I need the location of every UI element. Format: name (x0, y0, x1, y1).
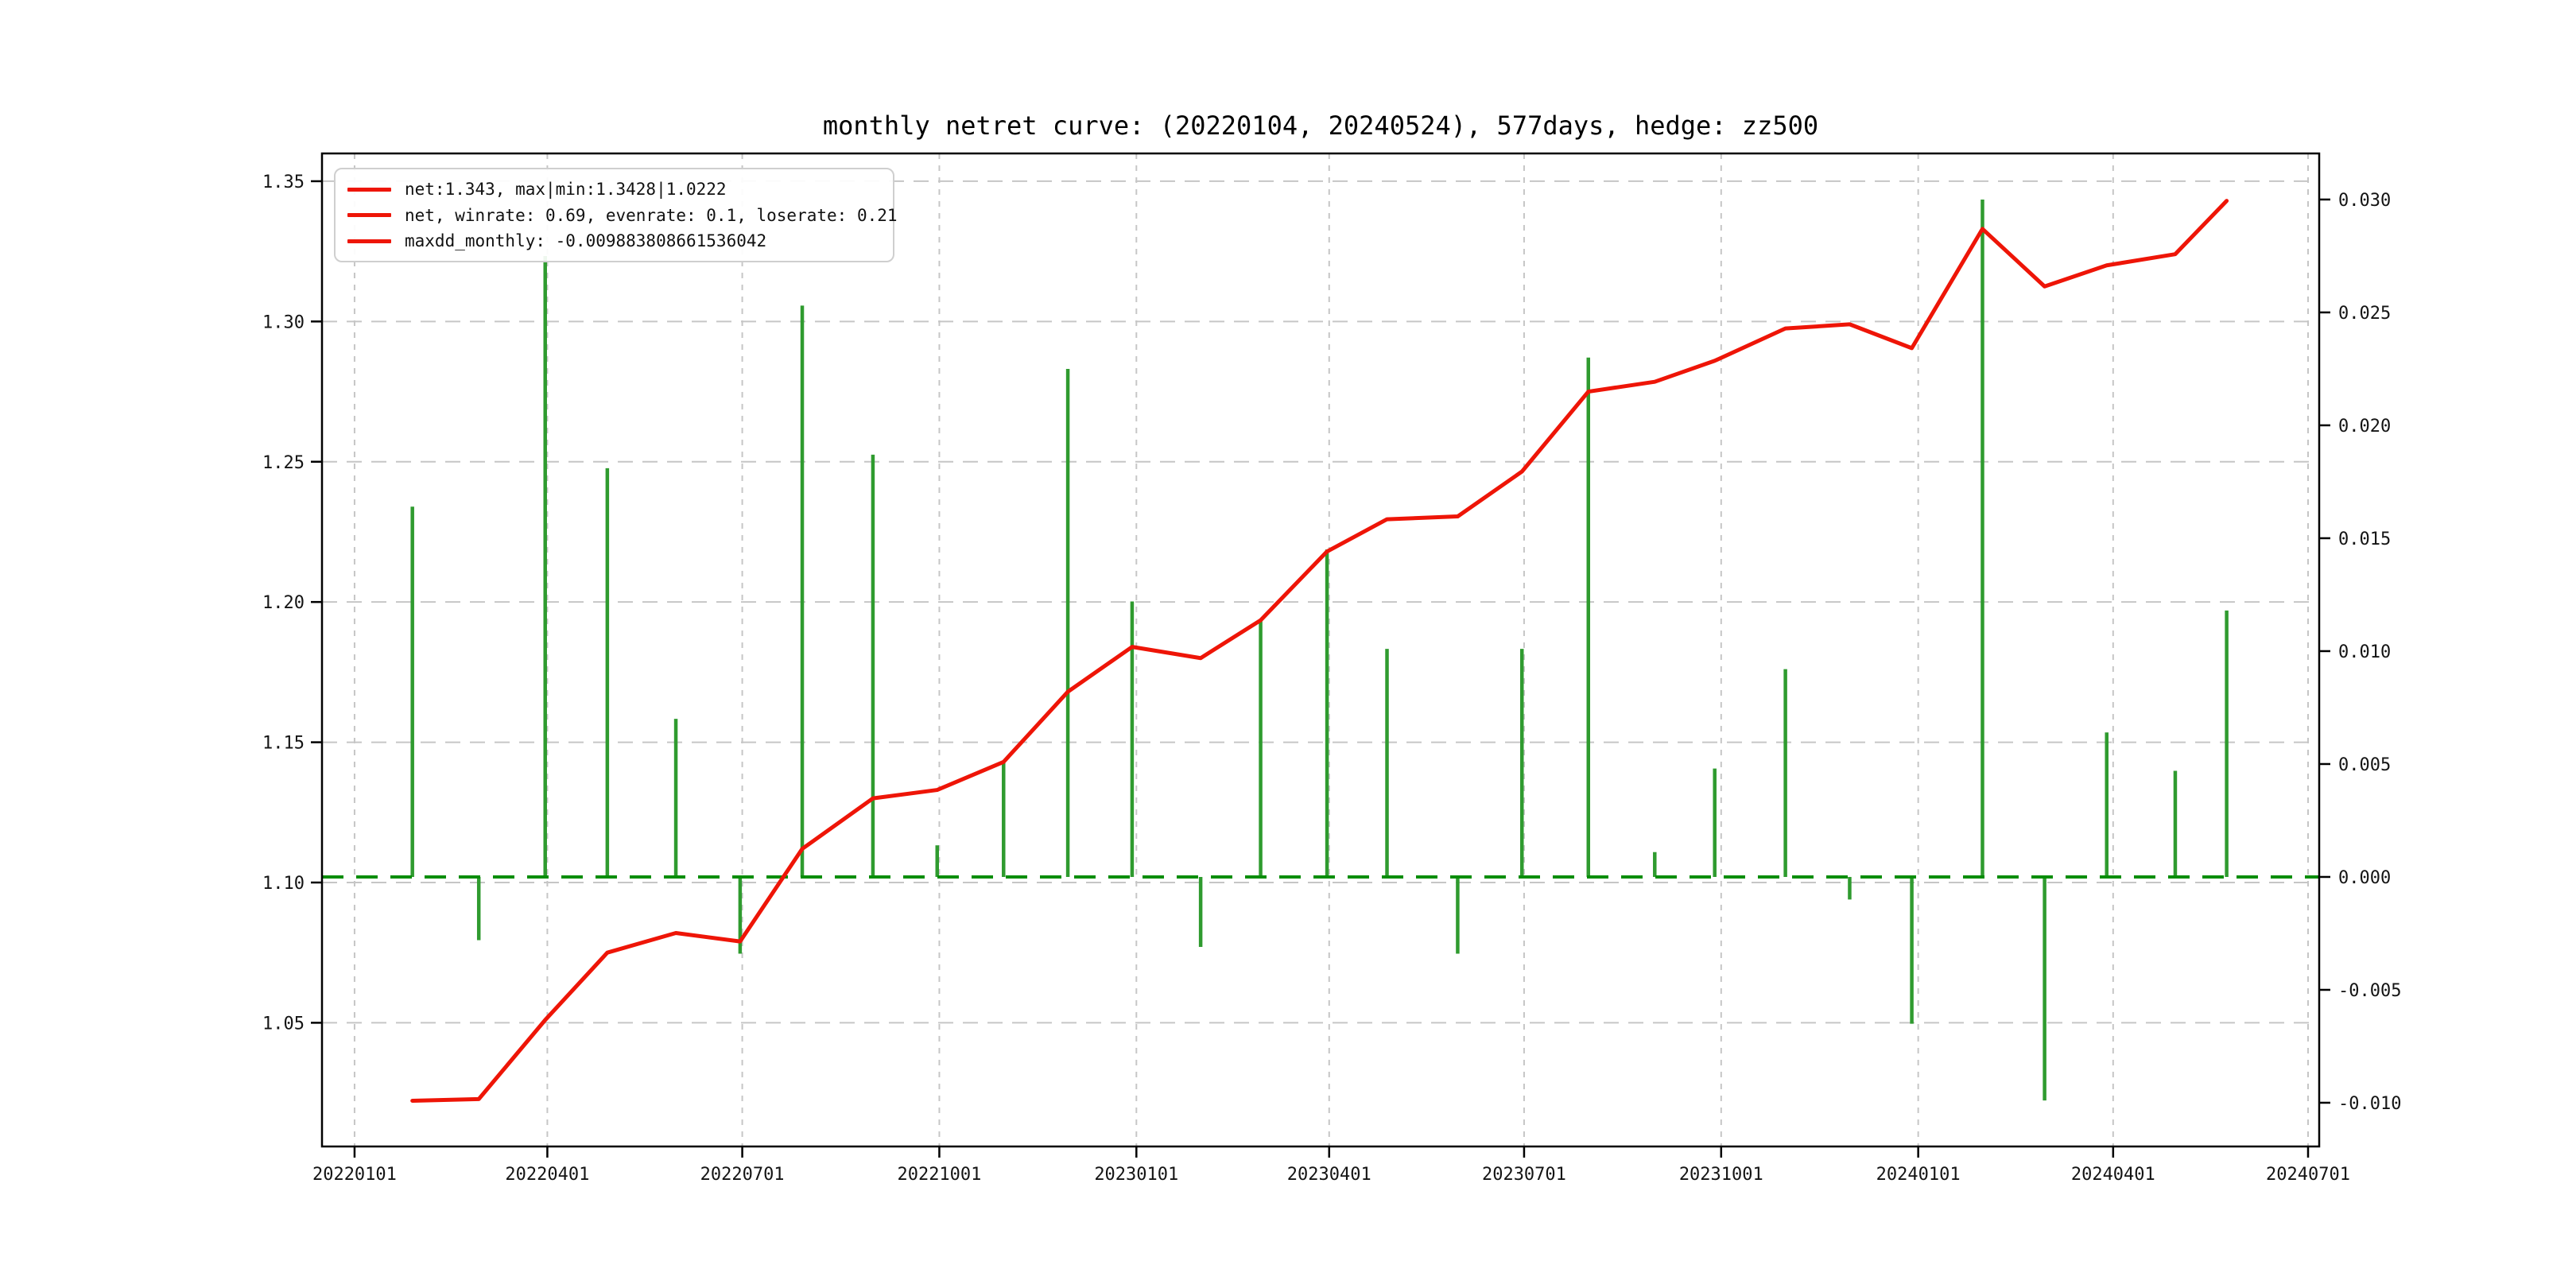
legend-line-swatch (347, 213, 391, 217)
tick-label: 1.15 (262, 734, 305, 754)
tick-label: 20220101 (312, 1165, 397, 1185)
tick-label: 1.30 (262, 312, 305, 332)
legend-item: net:1.343, max|min:1.3428|1.0222 (347, 177, 881, 202)
grid-vertical-lines (353, 153, 2309, 1146)
tick-label: 20220401 (505, 1165, 589, 1185)
tick-label: 20240701 (2266, 1165, 2350, 1185)
tick-label: 20221001 (897, 1165, 981, 1185)
legend-item: maxdd_monthly: -0.009883808661536042 (347, 228, 881, 254)
legend-item: net, winrate: 0.69, evenrate: 0.1, loser… (347, 203, 898, 228)
tick-label: 0.015 (2338, 530, 2391, 549)
legend-label: net, winrate: 0.69, evenrate: 0.1, loser… (405, 205, 898, 225)
tick-label: 1.25 (262, 453, 305, 473)
legend-line-swatch (347, 187, 391, 192)
tick-label: 1.35 (262, 173, 305, 192)
axis-spines (320, 152, 2321, 1148)
tick-label: 20220701 (700, 1165, 785, 1185)
tick-label: 20230401 (1287, 1165, 1371, 1185)
net-line (410, 199, 2229, 1103)
tick-label: 0.005 (2338, 755, 2391, 775)
tick-label: -0.010 (2338, 1094, 2401, 1114)
tick-label: 20240401 (2071, 1165, 2155, 1185)
tick-label: 0.000 (2338, 868, 2391, 888)
tick-label: 0.010 (2338, 642, 2391, 662)
tick-label: 0.025 (2338, 304, 2391, 324)
tick-label: 20230701 (1482, 1165, 1566, 1185)
net-curve (410, 199, 2229, 1103)
legend-label: net:1.343, max|min:1.3428|1.0222 (405, 180, 727, 199)
figure-canvas: monthly netret curve: (20220104, 2024052… (0, 0, 2576, 1288)
tick-label: 0.020 (2338, 417, 2391, 436)
tick-label: 20231001 (1679, 1165, 1763, 1185)
plot-border (320, 152, 2321, 1148)
tick-label: 1.10 (262, 874, 305, 894)
tick-label: 1.20 (262, 593, 305, 613)
tick-label: 0.030 (2338, 191, 2391, 211)
tick-label: 20230101 (1094, 1165, 1178, 1185)
left-axis-ticks: 1.05 1.10 1.15 1.20 1.25 1.30 1.35 (262, 173, 322, 1034)
x-axis-ticks: 20220101 20220401 20220701 20221001 20230101… (312, 1146, 2350, 1185)
legend-label: maxdd_monthly: -0.009883808661536042 (405, 231, 767, 250)
right-axis-ticks: -0.010 -0.005 0.000 0.005 0.010 0.015 0.020 0.0… (2319, 191, 2401, 1114)
legend: net:1.343, max|min:1.3428|1.0222 net, win… (334, 168, 898, 262)
legend-line-swatch (347, 239, 391, 243)
tick-label: -0.005 (2338, 981, 2401, 1001)
grid-horizontal-lines (322, 180, 2319, 1024)
tick-label: 1.05 (262, 1014, 305, 1034)
monthly-return-bars (410, 199, 2229, 1101)
tick-label: 20240101 (1876, 1165, 1961, 1185)
